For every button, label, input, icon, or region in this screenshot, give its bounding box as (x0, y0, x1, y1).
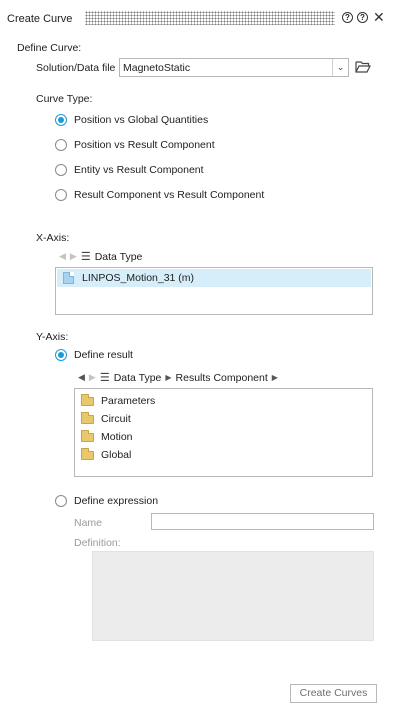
forward-arrow-icon[interactable]: ▶ (70, 251, 77, 262)
radio-selected[interactable] (55, 114, 67, 126)
tree-item-label: Motion (101, 431, 133, 443)
definition-label: Definition: (74, 537, 121, 549)
radio[interactable] (55, 495, 67, 507)
curve-type-label: Curve Type: (36, 93, 93, 105)
y-axis-label: Y-Axis: (36, 331, 69, 343)
folder-icon (81, 411, 94, 424)
name-label: Name (74, 517, 103, 529)
breadcrumb-item[interactable]: Results Component (176, 372, 268, 384)
curve-type-option-position-global[interactable]: Position vs Global Quantities (55, 114, 355, 128)
define-expression-option[interactable]: Define expression (55, 495, 255, 509)
x-axis-list[interactable]: LINPOS_Motion_31 (m) (55, 267, 373, 315)
list-icon[interactable]: ☰ (100, 371, 110, 384)
tree-item-label: Global (101, 449, 132, 461)
drag-handle[interactable] (85, 11, 335, 25)
forward-arrow-icon[interactable]: ▶ (89, 372, 96, 383)
option-label: Position vs Global Quantities (74, 114, 209, 126)
folder-icon (81, 429, 94, 442)
define-result-option[interactable]: Define result (55, 349, 255, 363)
radio-selected[interactable] (55, 349, 67, 361)
tree-item-label: Parameters (101, 395, 156, 407)
breadcrumb-item[interactable]: Data Type (95, 251, 143, 263)
option-label: Position vs Result Component (74, 139, 215, 151)
folder-icon (81, 447, 94, 460)
curve-type-option-entity-result[interactable]: Entity vs Result Component (55, 164, 355, 178)
option-label: Result Component vs Result Component (74, 189, 265, 201)
tree-item-parameters[interactable]: Parameters (81, 393, 156, 407)
radio[interactable] (55, 164, 67, 176)
back-arrow-icon[interactable]: ◀ (78, 372, 85, 383)
curve-type-option-position-result[interactable]: Position vs Result Component (55, 139, 355, 153)
chevron-down-icon[interactable]: ⌄ (332, 59, 348, 76)
close-icon[interactable]: ✕ (373, 10, 385, 24)
radio[interactable] (55, 139, 67, 151)
y-axis-breadcrumb: ◀ ▶ ☰ Data Type ▶ Results Component ▶ (78, 371, 278, 385)
help-icon[interactable]: ? (342, 12, 353, 23)
tree-item-global[interactable]: Global (81, 447, 132, 461)
folder-icon (81, 393, 94, 406)
list-item[interactable]: LINPOS_Motion_31 (m) (57, 269, 371, 287)
settings-icon[interactable]: ? (357, 12, 368, 23)
chevron-right-icon[interactable]: ▶ (272, 373, 278, 382)
option-label: Entity vs Result Component (74, 164, 204, 176)
x-axis-breadcrumb: ◀ ▶ ☰ Data Type (59, 250, 143, 264)
radio[interactable] (55, 189, 67, 201)
solution-select[interactable]: MagnetoStatic ⌄ (119, 58, 349, 77)
chevron-right-icon[interactable]: ▶ (165, 373, 171, 382)
tree-item-circuit[interactable]: Circuit (81, 411, 131, 425)
window-title: Create Curve (7, 13, 73, 25)
breadcrumb-item[interactable]: Data Type (114, 372, 162, 384)
y-axis-tree[interactable]: Parameters Circuit Motion Global (74, 388, 373, 477)
definition-textarea[interactable] (92, 551, 374, 641)
solution-label: Solution/Data file (36, 62, 116, 74)
solution-value: MagnetoStatic (123, 62, 191, 74)
tree-item-motion[interactable]: Motion (81, 429, 133, 443)
define-curve-label: Define Curve: (17, 42, 82, 54)
document-icon (63, 272, 74, 284)
tree-item-label: Circuit (101, 413, 131, 425)
list-item-label: LINPOS_Motion_31 (m) (82, 272, 195, 284)
back-arrow-icon[interactable]: ◀ (59, 251, 66, 262)
name-input[interactable] (151, 513, 374, 530)
curve-type-option-result-result[interactable]: Result Component vs Result Component (55, 189, 355, 203)
list-icon[interactable]: ☰ (81, 250, 91, 263)
define-expression-label: Define expression (74, 495, 159, 507)
create-curves-button[interactable]: Create Curves (290, 684, 377, 703)
x-axis-label: X-Axis: (36, 232, 70, 244)
open-folder-icon[interactable] (355, 60, 371, 74)
define-result-label: Define result (74, 349, 133, 361)
